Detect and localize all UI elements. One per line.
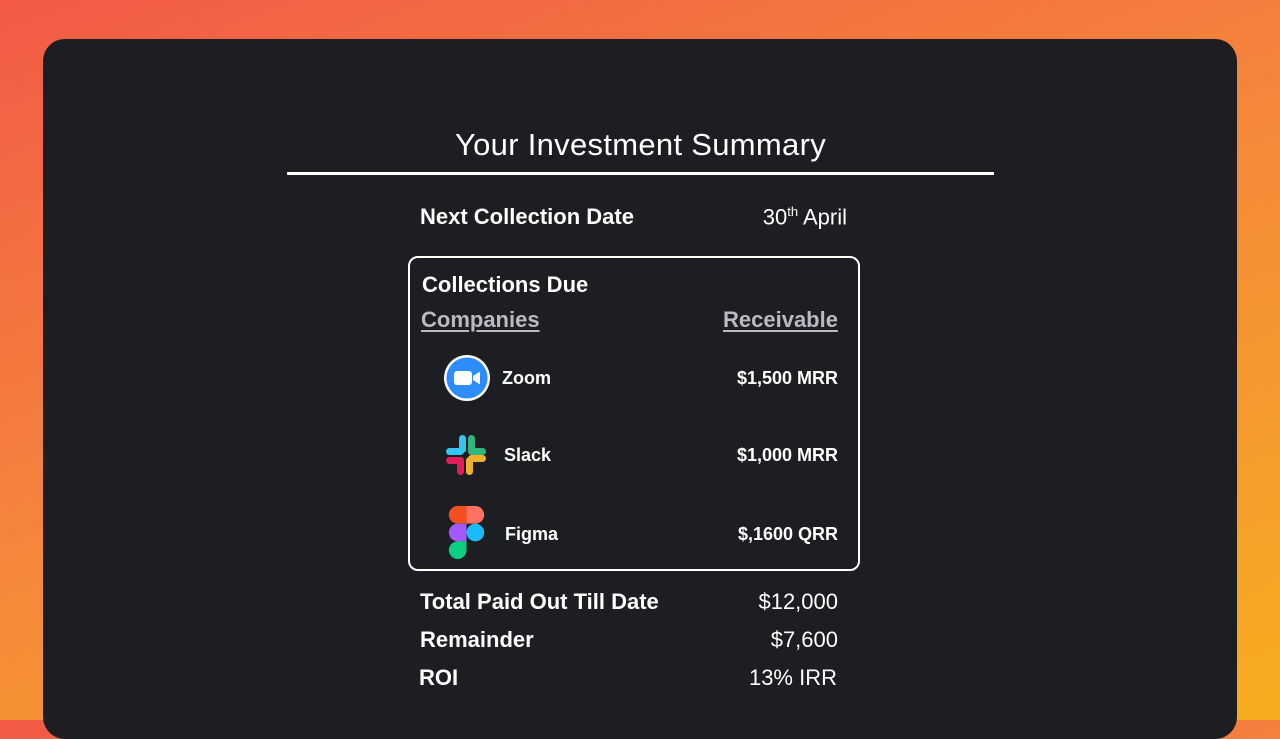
roi-label: ROI <box>419 665 459 690</box>
page-title: Your Investment Summary <box>454 127 826 162</box>
next-collection-suffix: th <box>787 204 799 219</box>
receivable-slack: $1,000 MRR <box>736 445 838 465</box>
receivable-zoom: $1,500 MRR <box>736 368 838 388</box>
figma-logo-icon <box>448 506 485 559</box>
next-collection-day: 30 <box>762 204 788 230</box>
total-paid-value: $12,000 <box>758 589 838 614</box>
receivable-figma: $,1600 QRR <box>737 524 838 544</box>
company-name-zoom: Zoom <box>502 368 551 388</box>
remainder-label: Remainder <box>420 627 534 652</box>
slack-logo-icon <box>446 435 486 475</box>
next-collection-date: 30th April <box>700 204 847 230</box>
remainder-value: $7,600 <box>770 627 838 652</box>
companies-column-header: Companies <box>421 307 540 332</box>
receivable-column-header: Receivable <box>723 307 838 332</box>
next-collection-label: Next Collection Date <box>420 204 634 229</box>
company-name-slack: Slack <box>504 445 552 465</box>
roi-value: 13% IRR <box>748 665 837 690</box>
zoom-logo-icon <box>444 355 490 401</box>
title-divider <box>287 172 994 175</box>
collections-due-title: Collections Due <box>422 272 589 297</box>
company-name-figma: Figma <box>505 524 559 544</box>
total-paid-label: Total Paid Out Till Date <box>420 589 659 614</box>
next-collection-month: April <box>798 204 847 230</box>
